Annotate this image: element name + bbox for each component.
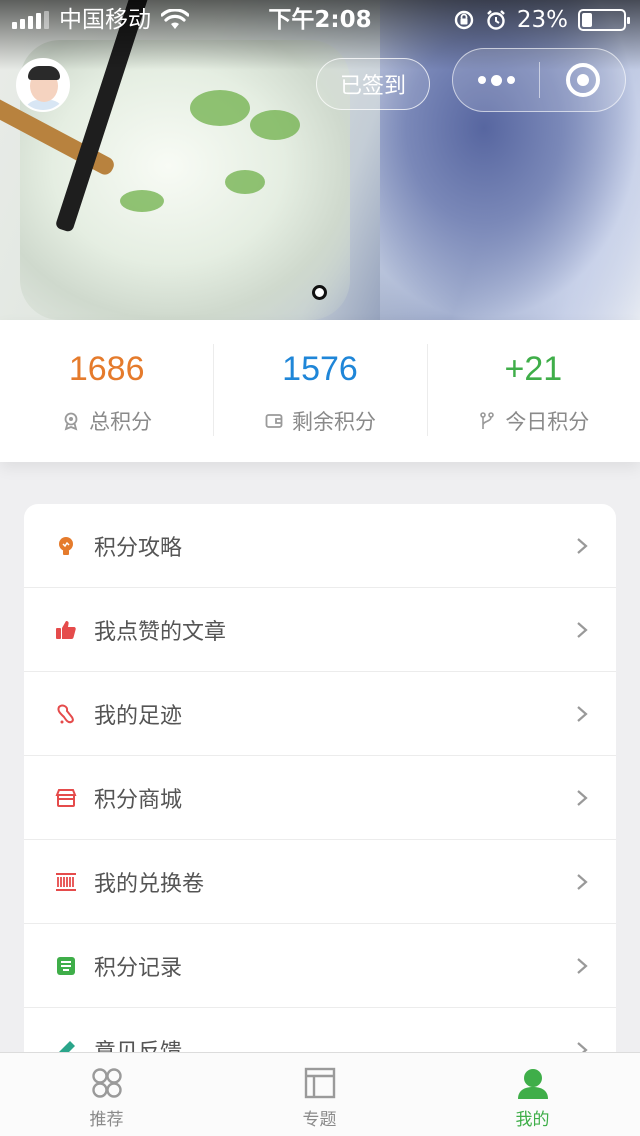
menu-item-label: 我的足迹 <box>94 703 183 729</box>
rotation-lock-icon <box>454 10 474 30</box>
stat-value: 1686 <box>68 350 145 388</box>
recommend-icon <box>91 1068 122 1098</box>
stat-label: 今日积分 <box>505 410 590 434</box>
chevron-right-icon <box>577 621 588 638</box>
alarm-icon <box>487 10 505 30</box>
stat-label: 剩余积分 <box>291 410 376 434</box>
barcode-icon <box>54 870 78 894</box>
banner-image-mint <box>250 110 300 140</box>
branch-icon <box>480 412 495 429</box>
tab-topics[interactable]: 专题 <box>213 1053 426 1136</box>
footprint-icon <box>54 702 78 726</box>
wallet-icon <box>265 414 283 428</box>
tab-bar: 推荐 专题 我的 <box>0 1052 640 1136</box>
stat-value: +21 <box>504 350 563 388</box>
status-bar: 中国移动 下午2:08 23% <box>0 0 640 40</box>
battery-icon <box>578 9 630 31</box>
thumbs-up-icon <box>54 618 78 642</box>
menu-item-label: 我的兑换卷 <box>94 871 205 897</box>
signed-in-button[interactable]: 已签到 <box>316 58 430 110</box>
stat-value: 1576 <box>282 350 358 388</box>
tab-label: 专题 <box>302 1110 337 1130</box>
chevron-right-icon <box>577 537 588 554</box>
more-button[interactable] <box>453 49 539 111</box>
menu-item-label: 积分商城 <box>94 787 183 813</box>
mini-program-capsule <box>452 48 626 112</box>
points-summary: 1686 总积分 1576 剩余积分 +21 今日积分 <box>0 320 640 462</box>
menu-item-label: 积分记录 <box>94 955 183 981</box>
stat-total-points[interactable]: 1686 总积分 <box>0 320 213 462</box>
menu-item-coupons[interactable]: 我的兑换卷 <box>24 840 616 924</box>
target-close-icon <box>565 63 600 97</box>
close-button[interactable] <box>540 63 625 97</box>
more-dots-icon <box>477 74 515 86</box>
banner-image-mint <box>190 90 250 126</box>
avatar[interactable] <box>16 58 70 112</box>
battery-level <box>582 13 593 27</box>
menu-item-points-guide[interactable]: 积分攻略 <box>24 504 616 588</box>
menu-item-label: 积分攻略 <box>94 535 183 561</box>
battery-percent: 23% <box>516 7 568 33</box>
stat-today-points[interactable]: +21 今日积分 <box>426 320 640 462</box>
tab-recommend[interactable]: 推荐 <box>0 1053 213 1136</box>
stat-label: 总积分 <box>89 410 153 434</box>
menu-item-label: 我点赞的文章 <box>94 619 227 645</box>
chevron-right-icon <box>577 873 588 890</box>
menu-item-footprints[interactable]: 我的足迹 <box>24 672 616 756</box>
banner-image-mint <box>225 170 265 194</box>
tab-profile[interactable]: 我的 <box>426 1053 639 1136</box>
profile-icon <box>517 1069 548 1099</box>
chevron-right-icon <box>577 957 588 974</box>
menu-item-liked-articles[interactable]: 我点赞的文章 <box>24 588 616 672</box>
lightbulb-icon <box>54 534 78 558</box>
tab-label: 我的 <box>515 1110 550 1130</box>
menu-item-points-mall[interactable]: 积分商城 <box>24 756 616 840</box>
carousel-indicator[interactable] <box>312 285 327 300</box>
chevron-right-icon <box>577 705 588 722</box>
chevron-right-icon <box>577 789 588 806</box>
store-icon <box>54 786 78 810</box>
tab-label: 推荐 <box>89 1110 124 1130</box>
menu-card: 积分攻略 我点赞的文章 我的足迹 积分商城 我的兑换卷 积分记录 <box>24 504 616 1136</box>
menu-item-points-record[interactable]: 积分记录 <box>24 924 616 1008</box>
banner-image-mint <box>120 190 164 212</box>
badge-icon <box>64 412 78 431</box>
stat-remaining-points[interactable]: 1576 剩余积分 <box>213 320 426 462</box>
record-icon <box>54 954 78 978</box>
topics-icon <box>304 1067 335 1099</box>
